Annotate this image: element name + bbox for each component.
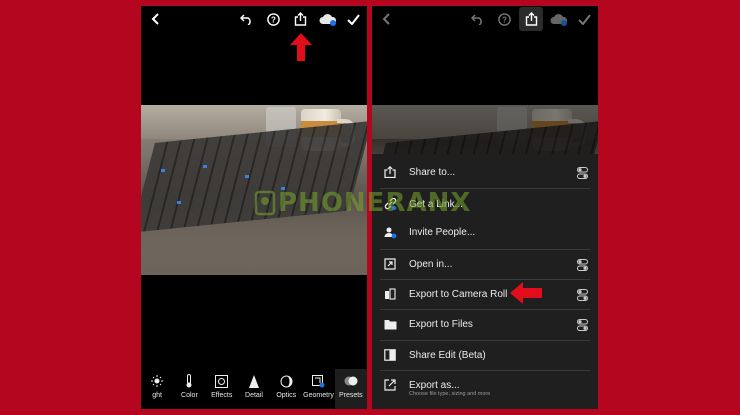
geometry-icon [312,373,325,389]
detail-icon [248,373,260,389]
tool-presets[interactable]: Presets [334,369,367,409]
presets-icon [344,373,358,389]
tool-label: Presets [338,392,363,399]
optics-icon [280,373,293,389]
cloud-sync-icon[interactable] [319,12,337,26]
menu-item-share-edit[interactable]: Share Edit (Beta) [380,340,590,370]
share-edit-icon [380,349,400,361]
tool-label: ght [152,392,162,399]
menu-item-share-to[interactable]: Share to... [380,157,590,187]
menu-item-subtitle: Choose file type, sizing and more [409,391,491,397]
photo-preview-dimmed [372,105,598,154]
invite-people-icon [380,226,400,239]
share-out-icon [380,166,400,178]
menu-item-export-camera-roll[interactable]: Export to Camera Roll [380,279,590,309]
menu-item-export-files[interactable]: Export to Files [380,309,590,339]
open-in-icon [380,258,400,270]
undo-icon[interactable] [470,12,484,26]
tool-effects[interactable]: Effects [206,369,238,409]
back-icon[interactable] [380,12,394,26]
menu-item-export-as[interactable]: Export as... Choose file type, sizing an… [380,370,590,400]
share-icon[interactable] [519,7,543,31]
red-arrow-left-icon [510,282,542,309]
tool-label: Effects [211,392,233,399]
settings-toggle-icon[interactable] [577,258,588,276]
tool-geometry[interactable]: Geometry [302,369,334,409]
tool-light[interactable]: ght [141,369,173,409]
settings-toggle-icon[interactable] [577,318,588,336]
cloud-sync-icon[interactable] [550,12,568,26]
watermark-text: PHONERANX [278,188,472,218]
checkmark-icon[interactable] [577,12,591,26]
tool-color[interactable]: Color [173,369,205,409]
tool-label: Optics [276,392,297,399]
menu-item-label: Export to Camera Roll [409,288,508,300]
edit-tools-bar: ght Color Effects Detail Optics Geometry… [141,369,367,409]
menu-item-label: Invite People... [409,226,476,238]
watermark: PHONERANX [252,188,471,218]
thermometer-icon [185,373,193,389]
tool-optics[interactable]: Optics [270,369,302,409]
back-icon[interactable] [149,12,163,26]
share-icon[interactable] [293,11,307,26]
settings-toggle-icon[interactable] [577,288,588,306]
help-icon[interactable]: ? [266,12,280,26]
menu-item-label: Share to... [409,166,456,178]
undo-icon[interactable] [239,12,253,26]
watermark-logo-icon [254,190,276,216]
checkmark-icon[interactable] [346,12,360,26]
camera-roll-icon [380,288,400,300]
folder-icon [380,319,400,330]
svg-text:?: ? [502,15,507,24]
menu-item-label: Export as... [409,379,460,391]
tool-label: Detail [245,392,263,399]
light-icon [151,373,164,389]
menu-item-invite-people[interactable]: Invite People... [380,217,590,247]
red-arrow-up-icon [290,33,312,66]
menu-item-open-in[interactable]: Open in... [380,249,590,279]
menu-item-label: Share Edit (Beta) [409,349,486,361]
tool-label: Color [181,392,198,399]
tool-detail[interactable]: Detail [238,369,270,409]
settings-toggle-icon[interactable] [577,166,588,184]
help-icon[interactable]: ? [497,12,511,26]
svg-text:?: ? [271,15,276,24]
export-as-icon [380,379,400,391]
menu-item-label: Export to Files [409,318,473,330]
menu-item-label: Open in... [409,258,453,270]
effects-icon [215,373,229,389]
tool-label: Geometry [303,392,334,399]
